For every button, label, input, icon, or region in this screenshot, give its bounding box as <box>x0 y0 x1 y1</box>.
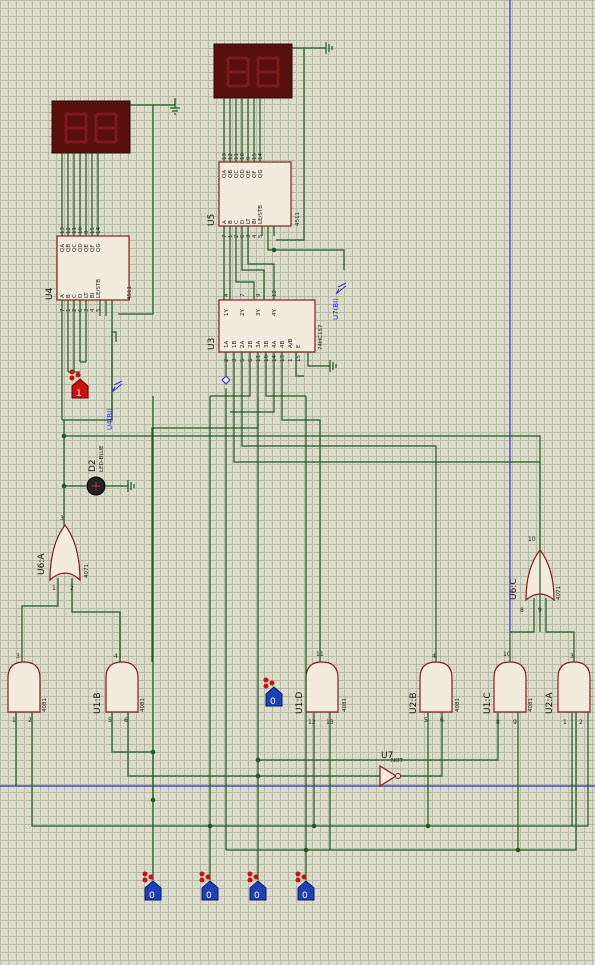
pin-number: 10 <box>264 355 270 362</box>
svg-text:3: 3 <box>16 653 20 660</box>
svg-text:1: 1 <box>563 719 567 726</box>
pin-number: 11 <box>256 355 262 362</box>
svg-text:NOT: NOT <box>391 758 403 764</box>
pin-label: 3B <box>264 341 270 348</box>
and-gate-U2A: U2:A 3 1 2 <box>545 653 591 726</box>
svg-text:4: 4 <box>114 653 118 660</box>
logic-state-low[interactable]: 0 <box>295 871 315 902</box>
pin-number: 1 <box>288 359 294 363</box>
logic-state-low[interactable]: 0 <box>199 871 219 902</box>
pin-number: 4 <box>224 293 230 297</box>
svg-text:U2:B: U2:B <box>409 692 419 714</box>
pin-number: 14 <box>96 227 102 234</box>
and-gate-U1C: U1:C 4081 10 8 9 <box>483 651 534 726</box>
pin-label: QG <box>96 243 102 252</box>
logic-high-value: 1 <box>76 389 82 399</box>
svg-text:U6:A: U6:A <box>37 553 47 575</box>
pin-label: 3Y <box>256 309 262 316</box>
probe-u7-bi: U7(BI) <box>332 282 347 320</box>
u3-ref: U3 <box>207 338 217 350</box>
pin-number: 5 <box>240 358 246 362</box>
pin-number: 5 <box>96 308 102 312</box>
pin-number: 13 <box>280 355 286 362</box>
logic-states-bottom: 0 0 0 0 <box>142 871 315 902</box>
pin-label: LE/STB <box>258 205 264 224</box>
pin-number: 15 <box>296 355 302 362</box>
u4-ref: U4 <box>45 287 55 300</box>
svg-text:4081: 4081 <box>42 698 48 712</box>
pin-label: 4B <box>280 341 286 348</box>
svg-text:0: 0 <box>270 697 276 707</box>
and-gate-left: 3 1 2 4081 <box>7 653 48 724</box>
svg-text:U1:B: U1:B <box>93 692 103 714</box>
pin-label: 1A <box>224 341 230 348</box>
pin-label: 2B <box>248 341 254 348</box>
or-gate-U6A: U6:A 4071 3 1 2 <box>37 515 90 592</box>
pin-label: 1Y <box>224 309 230 316</box>
svg-text:1: 1 <box>52 585 56 592</box>
pin-label: A/B <box>288 338 294 348</box>
probe-u4-bi: U4(BI) <box>106 380 123 430</box>
svg-text:12: 12 <box>308 719 316 726</box>
svg-text:4081: 4081 <box>455 698 461 712</box>
svg-text:4081: 4081 <box>140 698 146 712</box>
logic-state-high[interactable]: 1 <box>69 369 89 400</box>
svg-text:9: 9 <box>513 719 517 726</box>
logic-low-value: 0 <box>149 891 155 901</box>
and-gate-U1B: U1:B 4081 4 5 6 <box>93 653 146 724</box>
svg-text:4071: 4071 <box>556 586 562 600</box>
pin-number: 14 <box>258 153 264 160</box>
and-gate-U2B: U2:B 4081 4 5 6 <box>409 653 461 724</box>
pin-label: 2Y <box>240 309 246 316</box>
svg-text:U1:D: U1:D <box>295 692 305 714</box>
svg-text:D2: D2 <box>88 459 98 472</box>
pin-label: 1B <box>232 341 238 348</box>
u4-type: 4511 <box>127 286 133 300</box>
and-gate-U1D: U1:D 4081 11 12 13 <box>295 651 348 726</box>
schematic: QA13QB12QC11QD10QE9QF15QG14 A7B1C2D6LT3B… <box>0 0 595 902</box>
u3-type: 74HC157 <box>318 324 324 350</box>
pin-number: 6 <box>248 358 254 362</box>
svg-text:4081: 4081 <box>528 698 534 712</box>
pin-label: E <box>296 344 302 348</box>
logic-state-low[interactable]: 0 <box>247 871 267 902</box>
pin-number: 12 <box>272 290 278 297</box>
pin-number: 9 <box>256 293 262 297</box>
pin-label: 3A <box>256 341 262 348</box>
u5-type: 4511 <box>295 212 301 226</box>
pin-label: QG <box>258 169 264 178</box>
pin-number: 14 <box>272 355 278 362</box>
pin-number: 7 <box>240 293 246 297</box>
svg-text:U1:C: U1:C <box>483 692 493 714</box>
or-gate-U6C: U6:C 4071 10 8 9 <box>509 536 562 614</box>
svg-text:U4(BI): U4(BI) <box>106 408 114 430</box>
pin-label: 4Y <box>272 309 278 316</box>
pin-label: LE/STB <box>96 279 102 298</box>
seven-seg-display-right <box>213 43 293 99</box>
svg-text:10: 10 <box>528 536 536 543</box>
not-gate-U7: U7 NOT <box>379 751 403 788</box>
logic-low-value: 0 <box>206 891 212 901</box>
logic-state-low[interactable]: 0 <box>142 871 162 902</box>
svg-text:LED-BLUE: LED-BLUE <box>99 445 105 472</box>
pin-number: 5 <box>258 234 264 238</box>
svg-text:4081: 4081 <box>342 698 348 712</box>
svg-text:4071: 4071 <box>84 564 90 578</box>
svg-text:8: 8 <box>520 607 524 614</box>
u5-ref: U5 <box>207 214 217 226</box>
logic-low-value: 0 <box>254 891 260 901</box>
logic-low-value: 0 <box>302 891 308 901</box>
pin-label: 4A <box>272 341 278 348</box>
pin-number: 2 <box>224 359 230 363</box>
logic-state-mid[interactable]: 0 <box>263 677 283 708</box>
svg-text:2: 2 <box>579 719 583 726</box>
svg-text:U7(BI): U7(BI) <box>332 298 340 320</box>
svg-text:U6:C: U6:C <box>509 578 519 600</box>
svg-text:U2:A: U2:A <box>545 692 555 714</box>
pin-label: 2A <box>240 341 246 348</box>
seven-seg-display-left <box>51 100 131 154</box>
pin-number: 3 <box>232 358 238 362</box>
led-D2: D2 LED-BLUE <box>86 445 135 496</box>
